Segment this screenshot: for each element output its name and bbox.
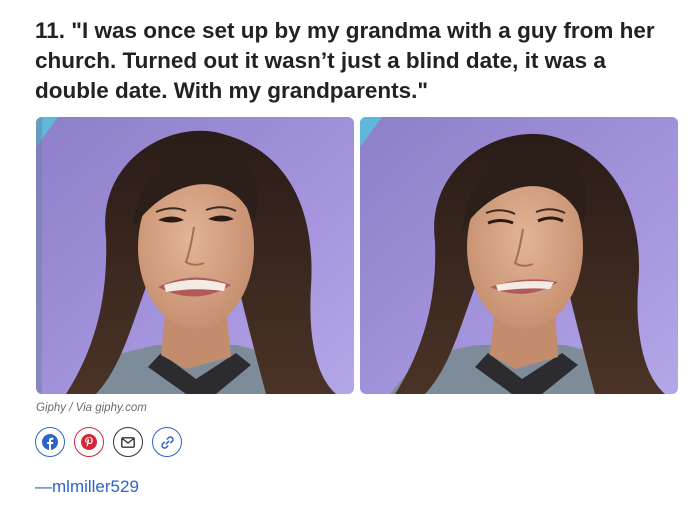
woman-grimacing-image xyxy=(36,117,354,394)
share-facebook-button[interactable] xyxy=(35,427,65,457)
mail-icon xyxy=(121,436,135,448)
share-pinterest-button[interactable] xyxy=(74,427,104,457)
share-email-button[interactable] xyxy=(113,427,143,457)
item-headline: 11. "I was once set up by my grandma wit… xyxy=(35,18,655,103)
link-icon xyxy=(160,435,174,449)
share-buttons xyxy=(35,427,182,457)
gif-frame-left[interactable] xyxy=(36,117,354,394)
pinterest-icon xyxy=(81,434,97,450)
author-link[interactable]: —mlmiller529 xyxy=(35,477,139,497)
media-credit: Giphy / Via giphy.com xyxy=(36,402,147,414)
gif-frame-right[interactable] xyxy=(360,117,678,394)
facebook-icon xyxy=(42,434,58,450)
copy-link-button[interactable] xyxy=(152,427,182,457)
woman-wincing-image xyxy=(360,117,678,394)
